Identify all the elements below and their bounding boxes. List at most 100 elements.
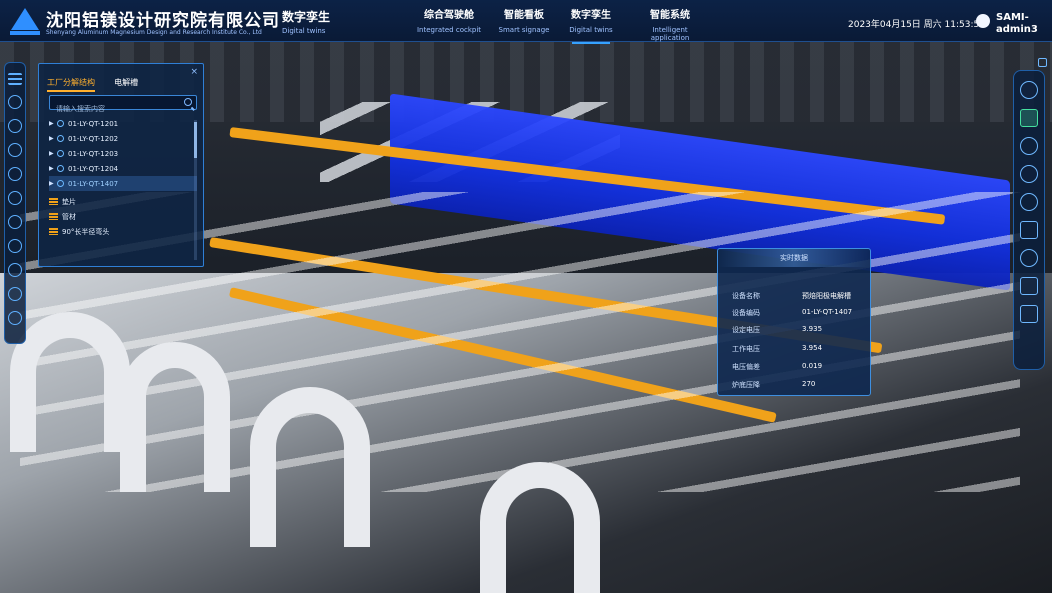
cell-hood-3 xyxy=(250,387,370,547)
avatar[interactable] xyxy=(976,14,990,28)
device-icon xyxy=(57,150,64,157)
nav-sublabel: Smart signage xyxy=(498,26,550,34)
tree-node[interactable]: ▶ 01-LY-QT-1204 xyxy=(49,161,197,176)
tree-node[interactable]: ▶ 90°长半径弯头 xyxy=(49,224,197,239)
tree-search xyxy=(49,95,197,116)
tree-scrollbar[interactable] xyxy=(194,120,197,260)
gear-icon[interactable] xyxy=(1020,193,1038,211)
tree-node-label: 01-LY-QT-1407 xyxy=(68,179,119,188)
data-value: 270 xyxy=(802,380,816,388)
device-icon xyxy=(57,135,64,142)
module-title: 数字孪生 xyxy=(282,10,331,24)
nav-integrated-cockpit[interactable]: 综合驾驶舱 Integrated cockpit xyxy=(416,6,482,38)
door-icon[interactable] xyxy=(1020,305,1038,323)
data-value: 0.019 xyxy=(802,362,823,370)
data-key: 工作电压 xyxy=(732,345,760,353)
tree-node[interactable]: ▶ 01-LY-QT-1203 xyxy=(49,146,197,161)
data-key: 电压偏差 xyxy=(732,363,760,371)
chevron-right-icon[interactable]: ▶ xyxy=(49,120,57,127)
data-key: 炉底压降 xyxy=(732,381,760,389)
tab-electrolytic-cell[interactable]: 电解槽 xyxy=(114,77,138,88)
chevron-right-icon[interactable]: ▶ xyxy=(49,150,57,157)
location-icon[interactable] xyxy=(1020,137,1038,155)
search-icon[interactable] xyxy=(184,98,192,106)
monitor-icon[interactable] xyxy=(1020,81,1038,99)
nav-smart-signage[interactable]: 智能看板 Smart signage xyxy=(496,6,552,38)
tree-list: ▶ 01-LY-QT-1201 ▶ 01-LY-QT-1202 ▶ 01-LY-… xyxy=(49,116,197,264)
data-row: 电压偏差 0.019 xyxy=(732,362,862,377)
tree-node[interactable]: ▶ 01-LY-QT-1202 xyxy=(49,131,197,146)
tree-node-label: 01-LY-QT-1201 xyxy=(68,119,119,128)
scrollbar-thumb[interactable] xyxy=(194,122,197,158)
alarm-icon[interactable] xyxy=(8,263,22,277)
building-icon[interactable] xyxy=(1020,277,1038,295)
folder-icon xyxy=(49,213,58,220)
tree-node-selected[interactable]: ▶ 01-LY-QT-1407 xyxy=(49,176,197,191)
data-value: 01-LY-QT-1407 xyxy=(802,308,853,316)
data-row: 设定电压 3.935 xyxy=(732,325,862,340)
chat-icon[interactable] xyxy=(1020,109,1038,127)
data-row: 设备名称 预焙阳极电解槽 xyxy=(732,291,862,306)
nav-intelligent-application[interactable]: 智能系统 Intelligent application xyxy=(634,6,706,42)
company-name: 沈阳铝镁设计研究院有限公司 xyxy=(46,11,280,31)
refresh-icon[interactable] xyxy=(8,215,22,229)
recycle-icon[interactable] xyxy=(1020,165,1038,183)
cell-hood-1 xyxy=(10,312,130,452)
cell-hood-4 xyxy=(480,462,600,593)
collapse-icon[interactable] xyxy=(1038,58,1047,67)
nav-label: 综合驾驶舱 xyxy=(424,10,474,21)
tree-node-label: 01-LY-QT-1204 xyxy=(68,164,119,173)
folder-icon xyxy=(49,198,58,205)
nav-label: 数字孪生 xyxy=(571,10,611,21)
wave-icon[interactable] xyxy=(8,119,22,133)
left-tool-rail xyxy=(4,62,26,344)
data-row: 设备编码 01-LY-QT-1407 xyxy=(732,308,862,323)
device-icon xyxy=(57,180,64,187)
user-icon[interactable] xyxy=(8,311,22,325)
nav-sublabel: Digital twins xyxy=(569,26,613,34)
data-key: 设备编码 xyxy=(732,309,760,317)
robot-icon[interactable] xyxy=(8,167,22,181)
data-value: 3.935 xyxy=(802,325,823,333)
mail-icon[interactable] xyxy=(1020,221,1038,239)
tree-tabs: 工厂分解结构 电解槽 xyxy=(47,70,152,92)
grid-icon[interactable] xyxy=(8,191,22,205)
tree-node-label: 90°长半径弯头 xyxy=(62,227,110,236)
company-logo xyxy=(8,6,42,36)
nav-sublabel: Integrated cockpit xyxy=(416,26,482,34)
close-icon[interactable]: × xyxy=(190,67,198,77)
pie-icon[interactable] xyxy=(8,143,22,157)
realtime-data-panel: 实时数据 设备名称 预焙阳极电解槽 设备编码 01-LY-QT-1407 设定电… xyxy=(717,248,871,396)
list-icon[interactable] xyxy=(8,239,22,253)
top-header: 沈阳铝镁设计研究院有限公司 Shenyang Aluminum Magnesiu… xyxy=(0,0,1052,44)
username[interactable]: SAMI-admin3 xyxy=(996,12,1048,36)
person-icon[interactable] xyxy=(1020,249,1038,267)
datetime: 2023年04月15日 周六 11:53:51 xyxy=(848,20,985,30)
tree-node[interactable]: ▶ 垫片 xyxy=(49,194,197,209)
menu-icon[interactable] xyxy=(8,73,22,85)
tree-node[interactable]: ▶ 01-LY-QT-1201 xyxy=(49,116,197,131)
tree-node-label: 01-LY-QT-1202 xyxy=(68,134,119,143)
search-icon[interactable] xyxy=(8,287,22,301)
tree-node[interactable]: ▶ 管材 xyxy=(49,209,197,224)
tree-node-label: 管材 xyxy=(62,212,76,221)
data-row: 炉底压降 270 xyxy=(732,380,862,395)
data-key: 设备名称 xyxy=(732,292,760,300)
tab-plant-breakdown[interactable]: 工厂分解结构 xyxy=(47,77,95,92)
nav-label: 智能看板 xyxy=(504,10,544,21)
structure-tree-panel: 工厂分解结构 电解槽 × ▶ 01-LY-QT-1201 ▶ 01-LY-QT-… xyxy=(38,63,204,267)
nav-sublabel: Intelligent application xyxy=(650,26,690,42)
search-input[interactable] xyxy=(50,102,178,116)
tree-node-label: 01-LY-QT-1203 xyxy=(68,149,119,158)
chevron-right-icon[interactable]: ▶ xyxy=(49,135,57,142)
company-name-en: Shenyang Aluminum Magnesium Design and R… xyxy=(46,29,262,36)
chevron-right-icon[interactable]: ▶ xyxy=(49,180,57,187)
module-subtitle: Digital twins xyxy=(282,27,326,35)
nav-label: 智能系统 xyxy=(650,10,690,21)
target-icon[interactable] xyxy=(8,95,22,109)
data-value: 3.954 xyxy=(802,344,823,352)
device-icon xyxy=(57,120,64,127)
chevron-right-icon[interactable]: ▶ xyxy=(49,165,57,172)
data-key: 设定电压 xyxy=(732,326,760,334)
nav-digital-twins[interactable]: 数字孪生 Digital twins xyxy=(566,6,616,44)
